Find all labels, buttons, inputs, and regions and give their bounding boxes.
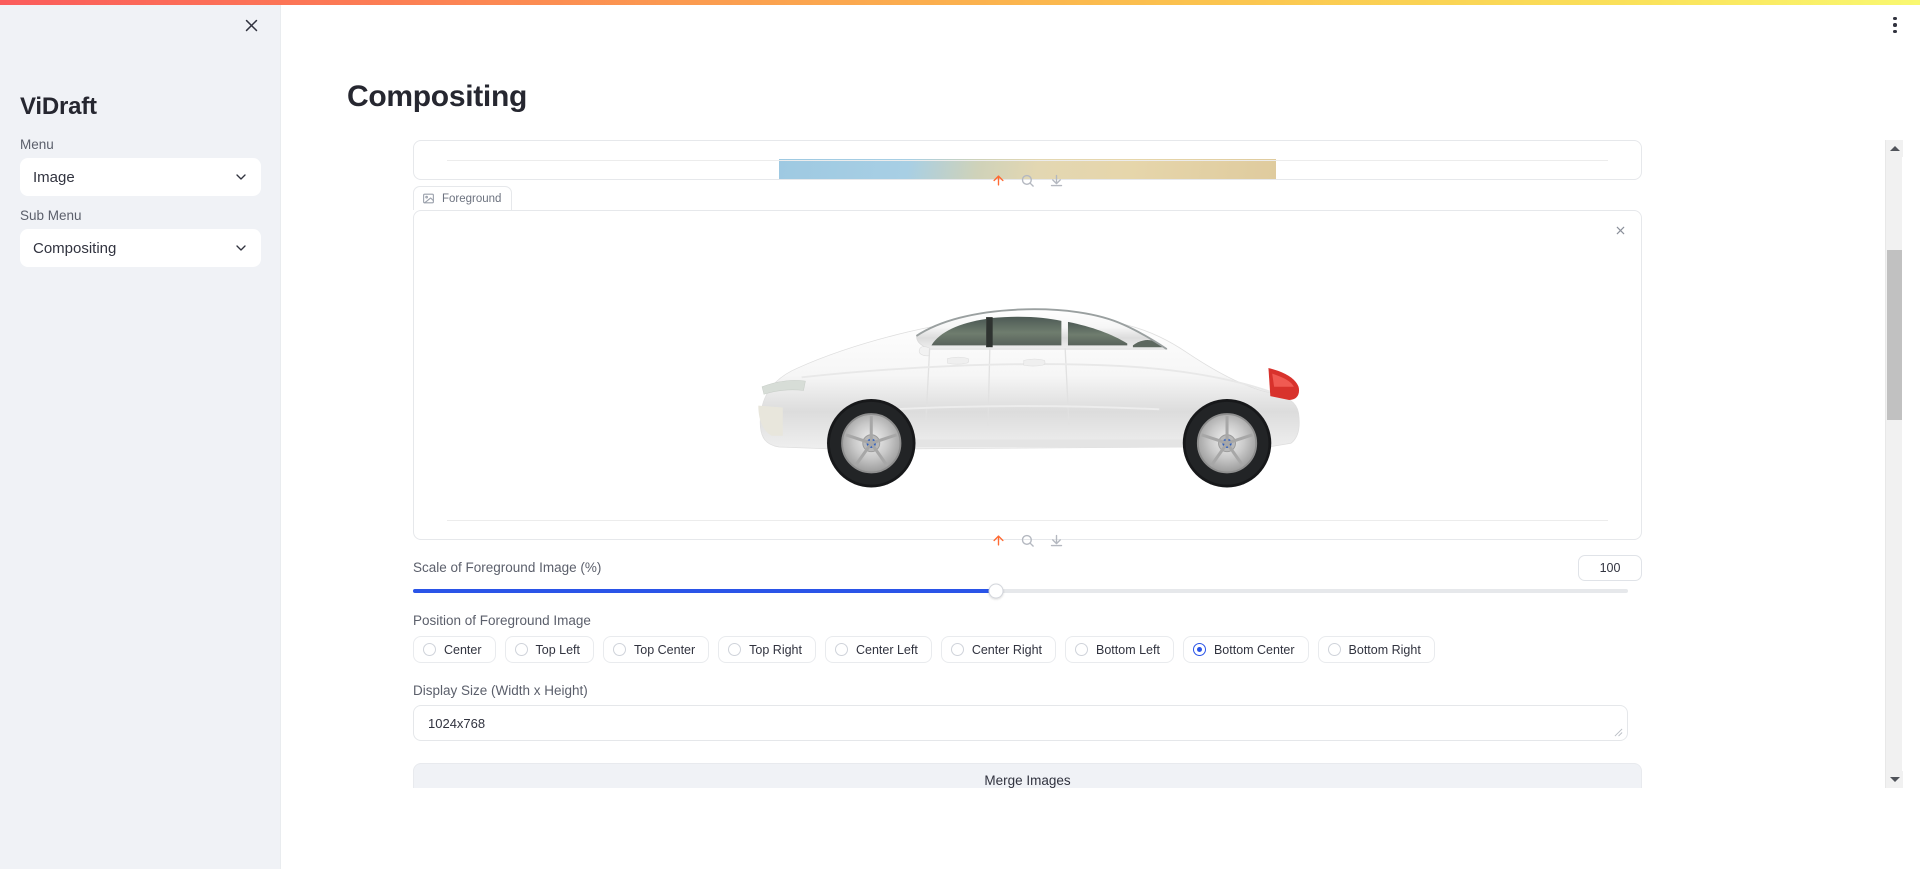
sidebar: ViDraft Menu Image Sub Menu Compositing: [0, 0, 281, 869]
menu-select[interactable]: Image: [20, 158, 261, 196]
content-scroll-viewport: Foreground Scale of Foreground Image (%)…: [347, 140, 1884, 788]
scroll-up-arrow[interactable]: [1886, 140, 1903, 157]
position-label: Position of Foreground Image: [413, 613, 591, 628]
submenu-select-label: Sub Menu: [20, 208, 82, 223]
triangle-up-icon: [1889, 146, 1900, 151]
menu-select-label: Menu: [20, 137, 54, 152]
kebab-dot: [1893, 16, 1897, 21]
upload-icon[interactable]: [991, 173, 1006, 188]
display-size-input[interactable]: 1024x768: [413, 705, 1628, 741]
radio-icon: [423, 643, 436, 656]
upload-icon[interactable]: [991, 533, 1006, 548]
position-option-bottom-right[interactable]: Bottom Right: [1317, 636, 1435, 663]
position-control: Position of Foreground Image Center Top L…: [413, 613, 1642, 663]
position-option-top-left[interactable]: Top Left: [504, 636, 595, 663]
panel-divider: [447, 160, 1608, 161]
close-icon: [245, 19, 257, 31]
scale-label: Scale of Foreground Image (%): [413, 559, 602, 575]
scale-slider-fill: [413, 589, 997, 593]
scale-slider[interactable]: [413, 583, 1628, 599]
image-icon: [423, 193, 434, 204]
position-option-center-left[interactable]: Center Left: [824, 636, 932, 663]
display-size-value: 1024x768: [428, 715, 486, 731]
scroll-down-arrow[interactable]: [1886, 771, 1903, 788]
position-option-bottom-left[interactable]: Bottom Left: [1065, 636, 1174, 663]
display-size-control: Display Size (Width x Height) 1024x768: [413, 683, 1642, 741]
foreground-image: [745, 255, 1310, 495]
background-image-panel: [413, 140, 1642, 187]
app-brand-title: ViDraft: [20, 93, 97, 120]
position-radio-group: Center Top Left Top Center Top Right Center …: [413, 636, 1642, 663]
menu-select-group: Menu Image: [20, 137, 261, 196]
position-option-center-right[interactable]: Center Right: [940, 636, 1057, 663]
submenu-select-group: Sub Menu Compositing: [20, 208, 261, 267]
merge-images-button[interactable]: Merge Images: [413, 763, 1642, 788]
background-image-toolbar: [414, 167, 1641, 193]
scale-header-row: Scale of Foreground Image (%) 100: [413, 555, 1642, 581]
kebab-menu-icon[interactable]: [1884, 12, 1906, 38]
foreground-image-toolbar: [414, 527, 1641, 553]
foreground-image-body: [414, 211, 1641, 539]
scale-slider-thumb[interactable]: [988, 583, 1004, 599]
download-icon[interactable]: [1049, 533, 1064, 548]
position-option-center[interactable]: Center: [413, 636, 496, 663]
radio-icon: [1327, 643, 1341, 656]
search-icon[interactable]: [1020, 533, 1035, 548]
position-option-top-center[interactable]: Top Center: [603, 636, 710, 663]
position-option-label: Top Center: [634, 642, 696, 657]
radio-icon: [1075, 643, 1089, 656]
kebab-dot: [1893, 29, 1897, 34]
car-illustration: [758, 308, 1300, 488]
submenu-select-value: Compositing: [33, 239, 117, 257]
display-size-label: Display Size (Width x Height): [413, 683, 588, 698]
app-root: ViDraft Menu Image Sub Menu Compositing: [0, 0, 1920, 869]
radio-icon: [834, 643, 848, 656]
menu-select-value: Image: [33, 168, 75, 186]
position-option-label: Top Right: [749, 642, 802, 657]
page-title: Compositing: [347, 80, 528, 113]
search-icon[interactable]: [1020, 173, 1035, 188]
vertical-scrollbar[interactable]: [1885, 140, 1903, 788]
radio-icon: [950, 643, 964, 656]
scale-control: Scale of Foreground Image (%) 100: [413, 555, 1642, 599]
kebab-dot: [1893, 23, 1897, 27]
position-option-bottom-center[interactable]: Bottom Center: [1182, 636, 1309, 663]
radio-icon: [728, 643, 742, 656]
position-option-label: Center: [444, 642, 482, 657]
chevron-down-icon: [236, 245, 246, 251]
position-option-top-right[interactable]: Top Right: [718, 636, 816, 663]
position-option-label: Top Left: [535, 642, 581, 657]
resize-grip-icon[interactable]: [1614, 728, 1623, 737]
radio-icon: [1192, 643, 1206, 656]
radio-icon: [613, 643, 627, 656]
submenu-select[interactable]: Compositing: [20, 229, 261, 267]
panel-divider: [447, 520, 1608, 521]
foreground-panel-tab: Foreground: [413, 186, 513, 210]
scale-value-input[interactable]: 100: [1578, 555, 1642, 581]
position-option-label: Bottom Right: [1348, 642, 1421, 657]
position-option-label: Center Right: [971, 642, 1043, 657]
sidebar-close-button[interactable]: [237, 11, 265, 39]
compositing-controls: Scale of Foreground Image (%) 100 Positi…: [413, 555, 1642, 741]
scroll-thumb[interactable]: [1887, 250, 1902, 420]
foreground-panel-tab-label: Foreground: [442, 192, 502, 205]
main-content: Compositing Foreground Scale of Foregrou…: [281, 0, 1920, 869]
triangle-down-icon: [1889, 777, 1900, 782]
position-option-label: Center Left: [855, 642, 918, 657]
position-option-label: Bottom Left: [1096, 642, 1160, 657]
download-icon[interactable]: [1049, 173, 1064, 188]
radio-icon: [514, 643, 528, 656]
top-accent-gradient-bar: [0, 0, 1920, 5]
chevron-down-icon: [236, 174, 246, 180]
position-option-label: Bottom Center: [1213, 642, 1295, 657]
foreground-image-panel: Foreground: [413, 186, 1642, 547]
